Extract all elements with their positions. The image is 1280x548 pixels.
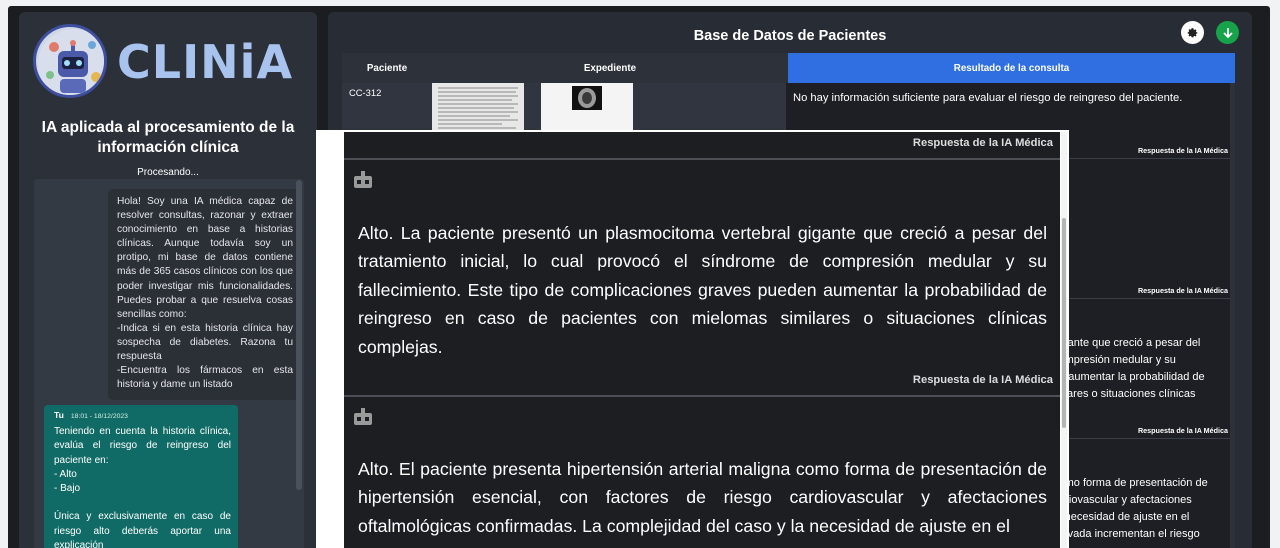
row-label: Respuesta de la IA Médica [1137,146,1228,155]
user-message-author: Tu [54,410,64,420]
robot-icon [354,171,372,188]
user-message-text: Teniendo en cuenta la historia clínica, … [54,426,231,548]
result-text-peek: gigante que creció a pesar del [1053,337,1201,349]
row-label: Respuesta de la IA Médica [1137,286,1228,295]
response-text: Alto. El paciente presenta hipertensión … [358,459,1047,536]
sidebar: CLINiA IA aplicada al procesamiento de l… [19,12,317,548]
result-text-peek: ardiovascular y afectaciones [1053,494,1192,506]
result-text-peek: compresión medular y su [1053,354,1176,366]
result-text-peek: en aumentar la probabilidad de [1053,371,1205,383]
table-scrollbar[interactable] [1230,83,1235,548]
user-message-time: 18:01 - 18/12/2023 [70,413,128,420]
response-separator [344,158,1060,160]
chat-scrollbar[interactable] [296,180,302,490]
user-message: Tu 18:01 - 18/12/2023 Teniendo en cuenta… [44,405,238,548]
robot-icon [354,408,372,425]
response-label: Respuesta de la IA Médica [912,137,1053,149]
robot-logo-icon [33,24,107,98]
gear-icon [1187,28,1198,38]
column-header-patient[interactable]: Paciente [342,53,432,83]
response-text: Alto. La paciente presentó un plasmocito… [358,223,1047,357]
result-text-peek: como forma de presentación de [1053,477,1208,489]
zoom-scrollbar-thumb[interactable] [1062,218,1066,428]
table-header: Paciente Expediente Resultado de la cons… [342,53,1235,83]
xray-image [572,86,602,110]
column-header-result[interactable]: Resultado de la consulta [788,53,1235,83]
column-header-record[interactable]: Expediente [432,53,788,83]
logo-text: CLINiA [117,35,294,89]
response-label: Respuesta de la IA Médica [912,374,1053,386]
record-thumbnail-image[interactable] [541,83,633,135]
result-text: No hay información suficiente para evalu… [793,92,1183,104]
sidebar-title: IA aplicada al procesamiento de la infor… [41,119,295,156]
row-label: Respuesta de la IA Médica [1137,426,1228,435]
record-thumbnail-text[interactable] [432,83,524,135]
result-text-peek: milares o situaciones clínicas [1053,388,1196,400]
bot-message: Hola! Soy una IA médica capaz de resolve… [108,189,301,401]
logo: CLINiA [33,24,308,100]
page-title: Base de Datos de Pacientes [693,28,887,44]
download-button[interactable] [1216,21,1239,44]
chat-area: Hola! Soy una IA médica capaz de resolve… [34,179,304,548]
patient-id: CC-312 [349,87,382,98]
settings-button[interactable] [1181,21,1204,44]
result-text-peek: elevada incrementan el riesgo [1053,528,1200,540]
arrow-down-icon [1222,27,1233,38]
result-text-peek: la necesidad de ajuste en el [1053,511,1190,523]
response-separator [344,395,1060,397]
processing-status: Procesando... [137,167,199,178]
